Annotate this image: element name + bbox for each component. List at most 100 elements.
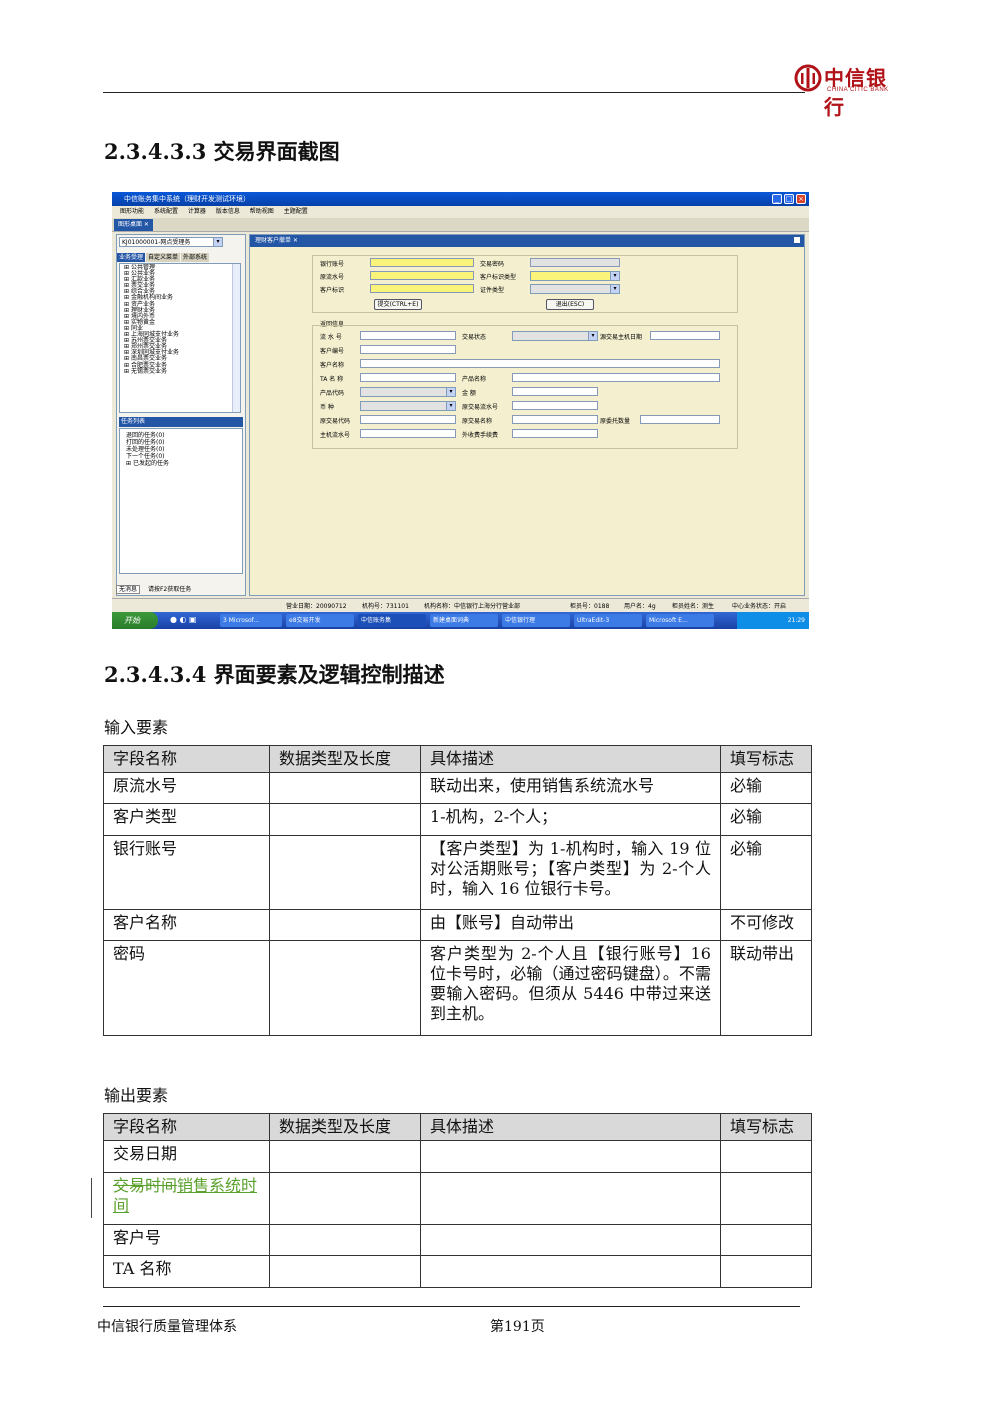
start-button[interactable]: 开始: [112, 612, 158, 629]
nav-tab[interactable]: 外部系统: [181, 253, 210, 262]
taskbar-item[interactable]: e8交易开发: [286, 614, 354, 627]
panel-restore-icon[interactable]: [794, 237, 800, 243]
task-item[interactable]: 打回的任务(0): [126, 439, 242, 446]
menu-item[interactable]: 系统配置: [154, 208, 178, 215]
taskbar-item[interactable]: 中信银行理: [502, 614, 570, 627]
cust-name-field[interactable]: [360, 359, 720, 368]
header-cell: 具体描述: [420, 1113, 721, 1141]
table-cell: [720, 1224, 812, 1256]
system-tray: 21:29: [737, 612, 809, 629]
menu-item[interactable]: 图形功能: [120, 208, 144, 215]
branch-select[interactable]: KJ01000001-网点受理务 ▾: [119, 237, 223, 247]
header-cell: 数据类型及长度: [269, 745, 421, 773]
label-cert-type: 证件类型: [480, 287, 505, 294]
tab-desktop[interactable]: 图形桌面 ✕: [114, 219, 153, 231]
menu-item[interactable]: 版本信息: [216, 208, 240, 215]
left-status: 无消息 请按F2获取任务: [116, 584, 246, 596]
trans-status-select[interactable]: ▾: [512, 331, 598, 341]
table-cell: 联动带出: [720, 940, 812, 1036]
src-shares-field[interactable]: [640, 415, 720, 424]
footer-rule: [103, 1306, 800, 1307]
label-ext-fee: 外收费手续费: [462, 432, 499, 439]
close-icon[interactable]: ×: [796, 194, 806, 204]
orig-serial-input[interactable]: [370, 271, 474, 280]
table-row: 客户名称 由【账号】自动带出 不可修改: [103, 909, 812, 941]
revision-bar: [91, 1178, 92, 1218]
exit-button[interactable]: 退出(ESC): [546, 299, 594, 310]
currency-select[interactable]: ▾: [360, 401, 456, 411]
bank-account-input[interactable]: [370, 258, 474, 267]
table-cell: [269, 1224, 421, 1256]
taskbar-item[interactable]: 新建桌面词典: [430, 614, 498, 627]
src-serial-field[interactable]: [512, 401, 598, 410]
status-teller-name: 柜员姓名：测生: [672, 603, 715, 610]
chevron-down-icon: ▾: [446, 388, 455, 396]
table-cell: 密码: [103, 940, 270, 1036]
task-item[interactable]: 下一个任务(0): [126, 453, 242, 460]
menu-item[interactable]: 主题配置: [284, 208, 308, 215]
ext-fee-field[interactable]: [512, 429, 598, 438]
ta-name-field[interactable]: [360, 373, 456, 382]
taskbar-item[interactable]: Microsoft E...: [646, 614, 714, 627]
table-cell: [420, 1140, 721, 1173]
chevron-down-icon: ▾: [610, 285, 619, 293]
status-business-date: 营业日期：20090712: [286, 603, 347, 610]
cert-type-select[interactable]: ▾: [530, 284, 620, 294]
table-cell: [420, 1255, 721, 1288]
menu-item[interactable]: 帮助视图: [250, 208, 274, 215]
section-title-screenshot: 2.3.4.3.3 交易界面截图: [104, 139, 340, 164]
table-cell: 原流水号: [103, 772, 270, 804]
src-code-field[interactable]: [360, 415, 456, 424]
amount-field[interactable]: [512, 387, 598, 396]
product-name-field[interactable]: [512, 373, 720, 382]
tree-scrollbar[interactable]: [232, 264, 240, 412]
tree-item[interactable]: ⊞ 无锡票交业务: [124, 368, 240, 375]
header-cell: 填写标志: [720, 745, 812, 773]
cust-id-input[interactable]: [370, 284, 474, 293]
taskbar-item[interactable]: UltraEdit-3: [574, 614, 642, 627]
table-cell: [269, 940, 421, 1036]
table-cell: 必输: [720, 772, 812, 804]
minimize-icon[interactable]: _: [772, 194, 782, 204]
product-code-select[interactable]: ▾: [360, 387, 456, 397]
host-serial-field[interactable]: [360, 429, 456, 438]
header-cell: 字段名称: [103, 1113, 270, 1141]
taskbar-item[interactable]: 3 Microsof...: [220, 614, 282, 627]
left-pane: KJ01000001-网点受理务 ▾ 业务受理 自定义菜单 外部系统 ⊞ 公共管理 ⊞…: [116, 234, 246, 596]
menu-item[interactable]: 计算器: [188, 208, 206, 215]
src-host-date-field[interactable]: [650, 331, 720, 340]
section-title-elements: 2.3.4.3.4 界面要素及逻辑控制描述: [104, 662, 445, 687]
serial-field[interactable]: [360, 331, 456, 340]
cust-id-type-select[interactable]: ▾: [530, 271, 620, 281]
table-cell: [269, 803, 421, 836]
quicklaunch-icons[interactable]: ● ◐ ▣: [170, 615, 197, 624]
nav-tab[interactable]: 自定义菜单: [146, 253, 181, 262]
tab-form[interactable]: 理财客户撤单 ✕: [251, 235, 302, 247]
table-cell: 由【账号】自动带出: [420, 909, 721, 941]
input-elements-label: 输入要素: [104, 718, 169, 737]
label-src-host-date: 源交易主机日期: [600, 334, 643, 341]
label-cust-name: 客户名称: [320, 362, 345, 369]
label-src-code: 原交易代码: [320, 418, 351, 425]
nav-tabs: 业务受理 自定义菜单 外部系统: [117, 253, 245, 262]
nav-tab[interactable]: 业务受理: [117, 253, 146, 262]
logo-text-en: CHINA CITIC BANK: [827, 87, 889, 93]
app-screenshot: 中信账务集中系统（理财开发测试环境） _ □ × 图形功能 系统配置 计算器 版…: [112, 192, 809, 629]
trans-pwd-input[interactable]: [530, 258, 620, 267]
output-table: 字段名称 数据类型及长度 具体描述 填写标志 交易日期 交易时间销售系统时间 客…: [103, 1113, 812, 1288]
label-cust-no: 客户编号: [320, 348, 345, 355]
table-cell: 交易日期: [103, 1140, 270, 1173]
message-indicator[interactable]: 无消息: [116, 585, 141, 594]
header-cell: 字段名称: [103, 745, 270, 773]
task-item[interactable]: ⊞ 已发起的任务: [126, 460, 242, 467]
src-name-field[interactable]: [512, 415, 598, 424]
taskbar-item[interactable]: 中信账务集: [358, 614, 426, 627]
submit-button[interactable]: 提交(CTRL+E): [374, 299, 422, 310]
table-row: 密码 客户类型为 2-个人且【银行账号】16 位卡号时，必输（通过密码键盘）。不…: [103, 940, 812, 1036]
table-row: 交易日期: [103, 1140, 812, 1173]
task-item[interactable]: 退回的任务(0): [126, 432, 242, 439]
task-item[interactable]: 未处理任务(0): [126, 446, 242, 453]
cust-no-field[interactable]: [360, 345, 456, 354]
maximize-icon[interactable]: □: [784, 194, 794, 204]
status-center: 中心业务状态：开启: [732, 603, 787, 610]
